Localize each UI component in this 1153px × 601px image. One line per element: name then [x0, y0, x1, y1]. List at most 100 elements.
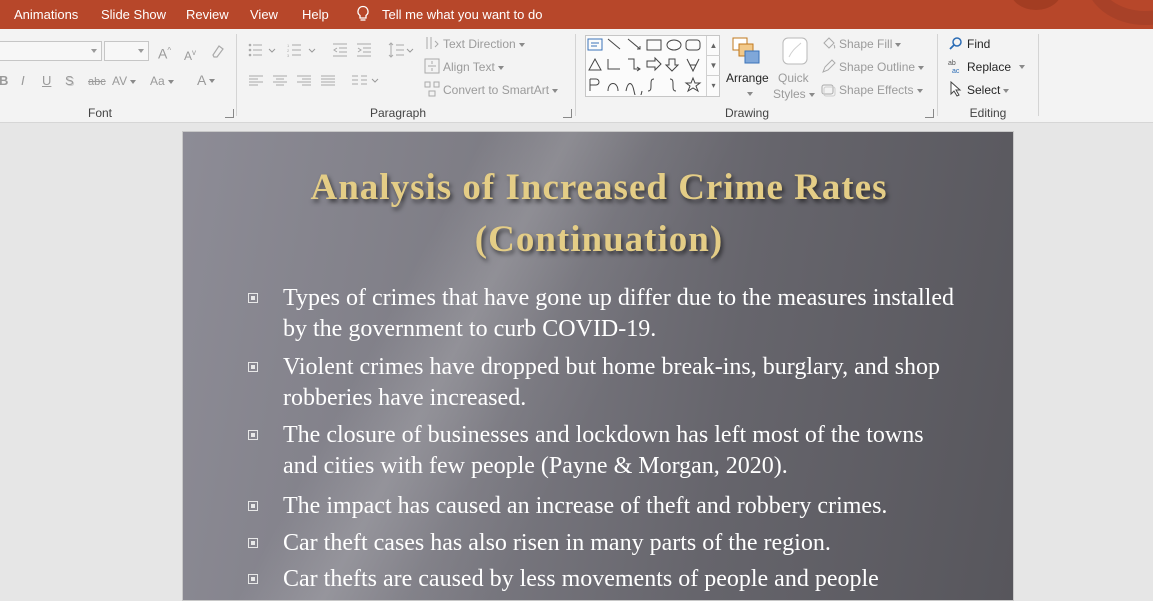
gallery-more-icon[interactable]: ▾: [707, 76, 720, 95]
text-direction-icon[interactable]: [424, 35, 440, 51]
align-center-icon[interactable]: [272, 75, 288, 87]
svg-text:ac: ac: [952, 68, 960, 74]
shapes-gallery-grid[interactable]: [586, 37, 706, 95]
group-separator: [236, 34, 237, 116]
tab-animations[interactable]: Animations: [14, 7, 78, 22]
convert-smartart-button[interactable]: Convert to SmartArt: [443, 83, 559, 97]
bullet-square-icon: [248, 430, 258, 440]
underline-icon[interactable]: U: [42, 74, 51, 88]
bullet-square-icon: [248, 538, 258, 548]
replace-button[interactable]: Replace: [967, 60, 1011, 74]
arrange-button[interactable]: Arrange: [726, 71, 769, 85]
paragraph-group-label: Paragraph: [369, 106, 427, 120]
svg-text:ab: ab: [948, 60, 956, 67]
bullet-square-icon: [248, 362, 258, 372]
svg-text:3: 3: [287, 53, 290, 57]
drawing-group-label: Drawing: [724, 106, 769, 120]
group-separator: [937, 34, 938, 116]
pen-outline-icon[interactable]: [821, 59, 836, 74]
arrange-dropdown-icon[interactable]: [747, 92, 753, 96]
bullet-text: Types of crimes that have gone up differ…: [283, 285, 955, 342]
tab-view[interactable]: View: [250, 7, 278, 22]
bullet-text: Car theft cases has also risen in many p…: [283, 530, 831, 556]
title-bar-decoration: [1010, 0, 1062, 10]
shape-effects-icon[interactable]: [821, 82, 836, 97]
title-bar-decoration: [1085, 0, 1153, 25]
find-button[interactable]: Find: [967, 37, 990, 51]
find-icon[interactable]: [948, 36, 963, 51]
character-spacing-icon[interactable]: AV: [112, 74, 137, 88]
tell-me-search[interactable]: Tell me what you want to do: [382, 7, 542, 22]
replace-icon[interactable]: ab ac: [947, 58, 964, 74]
select-button[interactable]: Select: [967, 83, 1010, 97]
columns-icon[interactable]: [351, 75, 379, 87]
align-text-button[interactable]: Align Text: [443, 60, 504, 74]
arrange-icon[interactable]: [730, 35, 762, 67]
paint-bucket-icon[interactable]: [821, 36, 836, 51]
bullet-text: The impact has caused an increase of the…: [283, 493, 888, 519]
lightbulb-icon: [357, 5, 369, 21]
shape-fill-button[interactable]: Shape Fill: [839, 37, 902, 51]
select-cursor-icon[interactable]: [949, 81, 963, 97]
quick-styles-icon[interactable]: [779, 35, 811, 67]
scroll-down-icon[interactable]: ▼: [707, 56, 720, 76]
grow-font-icon[interactable]: A^: [158, 44, 171, 61]
tab-review[interactable]: Review: [186, 7, 229, 22]
slide-canvas[interactable]: Analysis of Increased Crime Rates (Conti…: [182, 131, 1014, 601]
increase-indent-icon[interactable]: [356, 43, 372, 57]
bullet-text: Violent crimes have dropped but home bre…: [283, 354, 941, 411]
line-spacing-icon[interactable]: [388, 42, 414, 58]
clear-formatting-icon[interactable]: [210, 43, 226, 59]
align-right-icon[interactable]: [296, 75, 312, 87]
slide-title-line: (Continuation): [474, 219, 724, 260]
align-left-icon[interactable]: [248, 75, 264, 87]
justify-icon[interactable]: [320, 75, 336, 87]
ribbon: A^ Av B I U S abc AV Aa A Font 1 2 3 Tex…: [0, 29, 1153, 123]
font-color-icon[interactable]: A: [197, 73, 216, 87]
tab-slide-show[interactable]: Slide Show: [101, 7, 166, 22]
shapes-gallery-scroll[interactable]: ▲ ▼ ▾: [706, 36, 720, 96]
italic-icon[interactable]: I: [21, 74, 25, 88]
bullet-item[interactable]: Car thefts are caused by less movements …: [248, 564, 963, 595]
smartart-icon[interactable]: [424, 81, 440, 97]
bullet-item[interactable]: Violent crimes have dropped but home bre…: [248, 352, 963, 414]
shape-effects-button[interactable]: Shape Effects: [839, 83, 923, 97]
menu-bar: Animations Slide Show Review View Help T…: [0, 0, 1153, 29]
tab-help[interactable]: Help: [302, 7, 329, 22]
group-separator: [575, 34, 576, 116]
align-text-icon[interactable]: [424, 58, 440, 74]
replace-dropdown-icon[interactable]: [1019, 65, 1025, 69]
scroll-up-icon[interactable]: ▲: [707, 36, 720, 56]
font-name-combo[interactable]: [0, 41, 102, 61]
group-separator: [1038, 34, 1039, 116]
bold-icon[interactable]: B: [0, 74, 8, 88]
slide-title[interactable]: Analysis of Increased Crime Rates (Conti…: [183, 162, 1013, 266]
shrink-font-icon[interactable]: Av: [184, 46, 196, 63]
text-shadow-icon[interactable]: S: [65, 74, 74, 88]
bullet-item[interactable]: Types of crimes that have gone up differ…: [248, 283, 963, 345]
bullet-square-icon: [248, 293, 258, 303]
drawing-dialog-launcher[interactable]: [925, 109, 934, 118]
strikethrough-icon[interactable]: abc: [88, 75, 106, 89]
bullet-text: Car thefts are caused by less movements …: [283, 566, 879, 592]
bullet-square-icon: [248, 501, 258, 511]
shape-outline-button[interactable]: Shape Outline: [839, 60, 925, 74]
text-direction-button[interactable]: Text Direction: [443, 37, 525, 51]
bullet-item[interactable]: The impact has caused an increase of the…: [248, 491, 963, 522]
font-size-combo[interactable]: [104, 41, 149, 61]
bullet-item[interactable]: Car theft cases has also risen in many p…: [248, 528, 963, 559]
change-case-icon[interactable]: Aa: [150, 74, 174, 88]
paragraph-dialog-launcher[interactable]: [563, 109, 572, 118]
bullet-item[interactable]: The closure of businesses and lockdown h…: [248, 420, 963, 482]
decrease-indent-icon[interactable]: [332, 43, 348, 57]
font-group-label: Font: [87, 106, 112, 120]
quick-styles-label-1[interactable]: Quick: [778, 71, 809, 85]
quick-styles-label-2[interactable]: Styles: [773, 87, 815, 101]
slide-title-line: Analysis of Increased Crime Rates: [310, 167, 888, 208]
numbering-icon[interactable]: 1 2 3: [287, 43, 317, 57]
bullet-square-icon: [248, 574, 258, 584]
bullet-text: The closure of businesses and lockdown h…: [283, 422, 924, 479]
font-dialog-launcher[interactable]: [225, 109, 234, 118]
editing-group-label: Editing: [969, 106, 1007, 120]
bullets-icon[interactable]: [248, 43, 276, 57]
